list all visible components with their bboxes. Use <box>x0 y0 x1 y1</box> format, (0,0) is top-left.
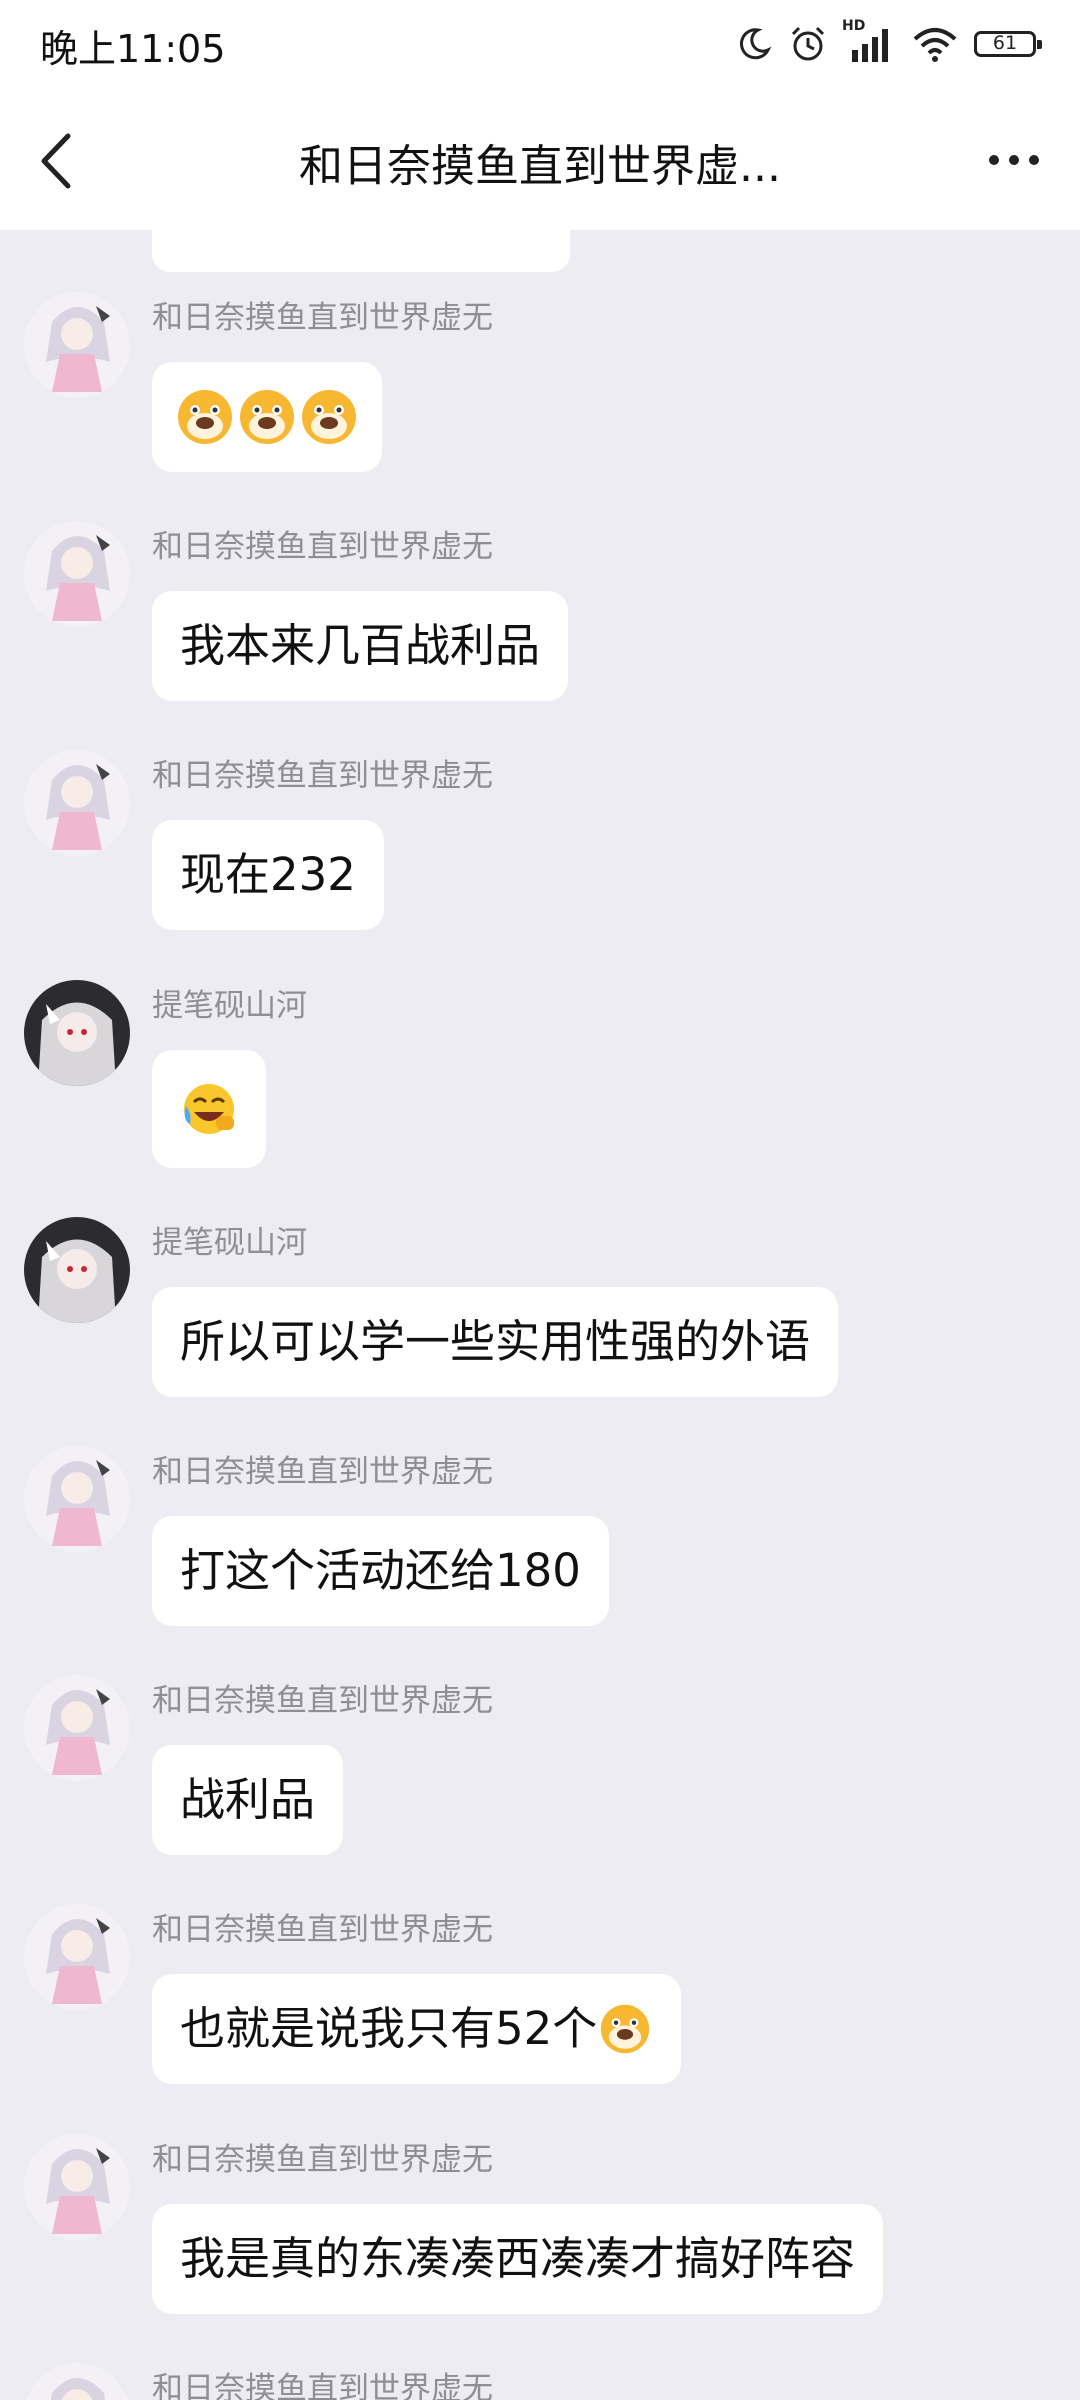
previous-message-bubble <box>152 230 570 272</box>
battery-icon: 61 <box>974 31 1042 57</box>
sender-name: 和日奈摸鱼直到世界虚无 <box>152 2371 493 2400</box>
message-bubble[interactable]: 打这个活动还给180 <box>152 1516 609 1626</box>
chat-title: 和日奈摸鱼直到世界虚... <box>299 141 781 192</box>
status-bar: 晚上11:05 HD 61 <box>0 0 1080 90</box>
message-bubble[interactable]: 现在232 <box>152 820 384 930</box>
laughing-crying-emoji <box>184 1084 234 1134</box>
avatar[interactable] <box>24 750 130 856</box>
message-bubble[interactable]: 我是真的东凑凑西凑凑才搞好阵容 <box>152 2204 884 2314</box>
message-bubble[interactable] <box>152 1050 266 1168</box>
status-icons: HD 61 <box>736 18 1042 68</box>
dog-face-emoji <box>302 390 356 444</box>
back-button[interactable] <box>28 126 88 196</box>
sender-name: 提笔砚山河 <box>152 988 307 1024</box>
sender-name: 和日奈摸鱼直到世界虚无 <box>152 758 493 794</box>
sender-name: 和日奈摸鱼直到世界虚无 <box>152 300 493 336</box>
wifi-icon <box>913 28 957 62</box>
avatar[interactable] <box>24 521 130 627</box>
message-bubble[interactable]: 我本来几百战利品 <box>152 591 569 701</box>
signal-icon: HD <box>842 18 896 64</box>
sender-name: 和日奈摸鱼直到世界虚无 <box>152 529 493 565</box>
avatar[interactable] <box>24 2134 130 2240</box>
moon-icon <box>739 28 772 60</box>
avatar[interactable] <box>24 1217 130 1323</box>
alarm-icon <box>791 26 825 61</box>
message-bubble[interactable]: 所以可以学一些实用性强的外语 <box>152 1287 839 1397</box>
message-bubble[interactable]: 战利品 <box>152 1745 344 1855</box>
chat-screen: 晚上11:05 HD 61 和日奈摸鱼直到世界虚... 和日奈摸鱼直到世界虚无 … <box>0 0 1080 2400</box>
sender-name: 和日奈摸鱼直到世界虚无 <box>152 1683 493 1719</box>
avatar[interactable] <box>24 1675 130 1781</box>
battery-level: 61 <box>992 32 1018 54</box>
avatar[interactable] <box>24 292 130 398</box>
status-time: 晚上11:05 <box>40 27 226 71</box>
sender-name: 和日奈摸鱼直到世界虚无 <box>152 2142 493 2178</box>
message-list[interactable]: 和日奈摸鱼直到世界虚无 和日奈摸鱼直到世界虚无 我本来几百战利品 和日奈摸鱼直到… <box>0 230 1080 2400</box>
dog-face-emoji <box>601 2004 650 2054</box>
avatar[interactable] <box>24 1446 130 1552</box>
message-text: 也就是说我只有52个 <box>180 2002 598 2055</box>
avatar[interactable] <box>24 2363 130 2400</box>
avatar[interactable] <box>24 980 130 1086</box>
message-bubble[interactable]: 也就是说我只有52个 <box>152 1974 682 2084</box>
message-bubble[interactable] <box>152 362 382 472</box>
sender-name: 和日奈摸鱼直到世界虚无 <box>152 1912 493 1948</box>
more-options-icon[interactable] <box>984 140 1044 180</box>
sender-name: 和日奈摸鱼直到世界虚无 <box>152 1454 493 1490</box>
chat-header: 和日奈摸鱼直到世界虚... <box>0 90 1080 230</box>
dog-face-emoji <box>240 390 294 444</box>
sender-name: 提笔砚山河 <box>152 1225 307 1261</box>
avatar[interactable] <box>24 1904 130 2010</box>
dog-face-emoji <box>178 390 232 444</box>
